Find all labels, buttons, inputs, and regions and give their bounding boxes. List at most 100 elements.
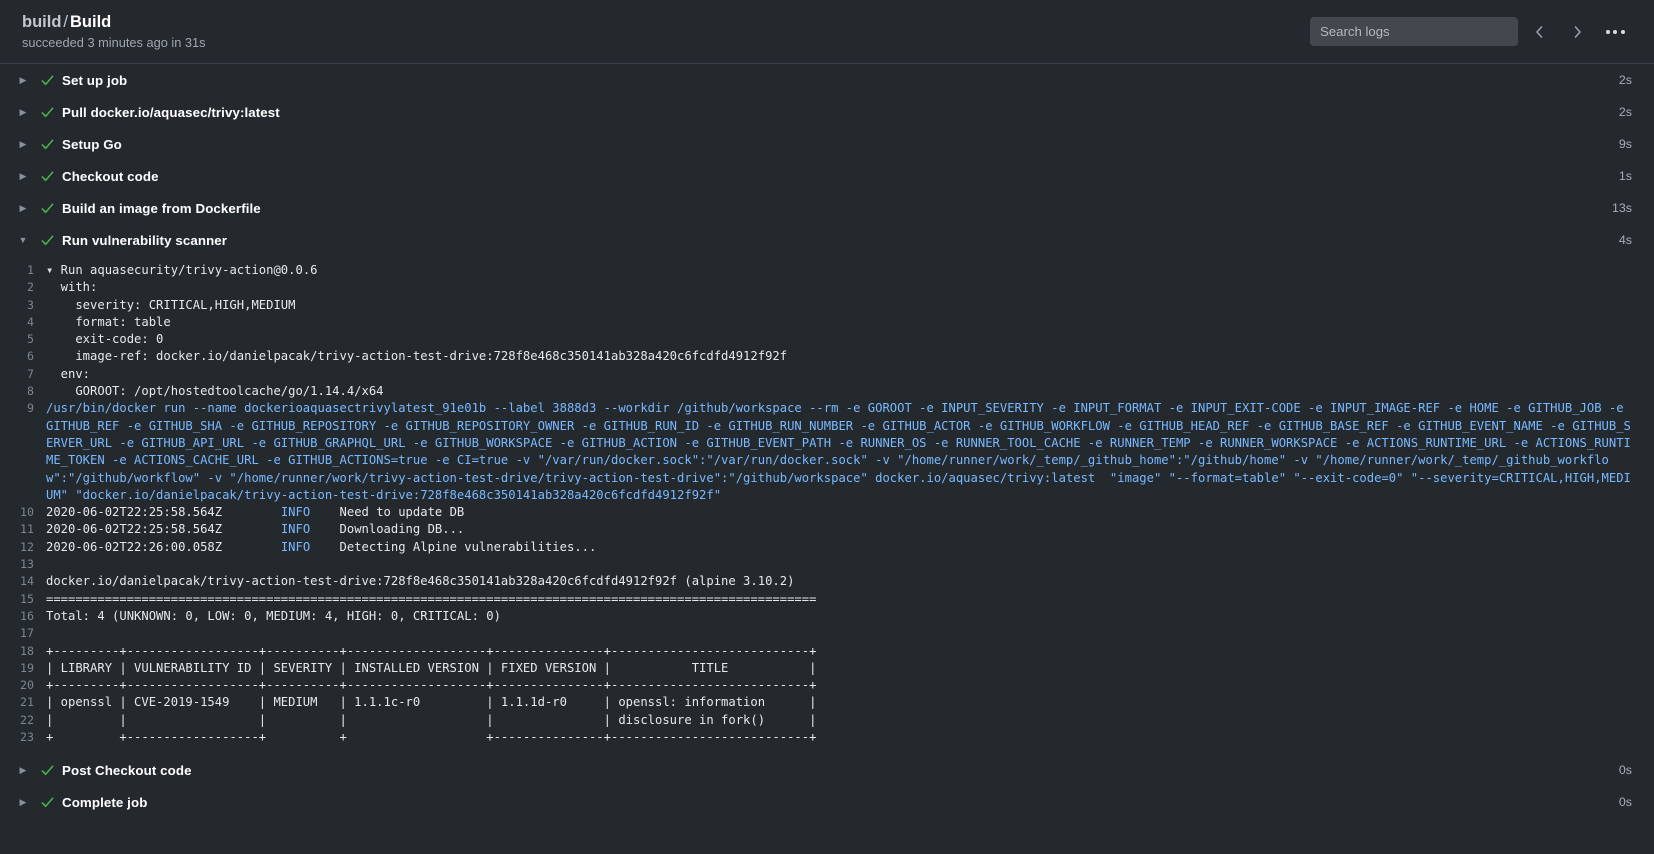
log-line: 3 severity: CRITICAL,HIGH,MEDIUM: [0, 297, 1654, 314]
log-level: INFO: [280, 539, 311, 554]
log-options-button[interactable]: [1598, 15, 1632, 49]
step-row-build-an-image-from-dockerfile[interactable]: ▶ Build an image from Dockerfile 13s: [0, 192, 1654, 224]
log-line-content: GOROOT: /opt/hostedtoolcache/go/1.14.4/x…: [46, 384, 384, 399]
chevron-right-icon[interactable]: ▶: [14, 797, 32, 807]
step-duration: 9s: [1618, 137, 1632, 151]
step-duration: 1s: [1618, 169, 1632, 183]
step-row-checkout-code[interactable]: ▶ Checkout code 1s: [0, 160, 1654, 192]
search-logs-input[interactable]: [1310, 17, 1518, 46]
next-match-button[interactable]: [1560, 15, 1594, 49]
step-status-success-icon: [32, 795, 62, 810]
step-duration: 0s: [1618, 795, 1632, 810]
step-name: Build an image from Dockerfile: [62, 200, 261, 216]
log-line-number: 9: [27, 401, 34, 416]
chevron-right-icon: [1574, 25, 1581, 38]
step-row-set-up-job[interactable]: ▶ Set up job 2s: [0, 64, 1654, 96]
log-text: Run aquasecurity/trivy-action@0.0.6: [53, 263, 318, 277]
log-timestamp: 2020-06-02T22:25:58.564Z: [46, 505, 281, 520]
log-line: 19 | LIBRARY | VULNERABILITY ID | SEVERIT…: [0, 660, 1654, 677]
log-line: 7 env:: [0, 366, 1654, 383]
log-line-content: + +------------------+ + +--------------…: [46, 730, 817, 745]
log-line: 16 Total: 4 (UNKNOWN: 0, LOW: 0, MEDIUM: …: [0, 608, 1654, 625]
check-icon: [41, 138, 53, 149]
log-line-number: 20: [20, 678, 34, 693]
step-status-success-icon: [32, 73, 62, 88]
log-line: 6 image-ref: docker.io/danielpacak/trivy…: [0, 348, 1654, 365]
log-line: 20 +---------+------------------+--------…: [0, 677, 1654, 694]
log-line-number: 13: [20, 557, 34, 572]
step-row-post-checkout-code[interactable]: ▶ Post Checkout code 0s: [0, 754, 1654, 786]
job-header-text: build / Build succeeded 3 minutes ago in 3…: [22, 13, 206, 51]
step-status-success-icon: [32, 763, 62, 778]
log-line: 12 2020-06-02T22:26:00.058Z INFO Detectin…: [0, 539, 1654, 556]
log-line: 23 + +------------------+ + +------------…: [0, 729, 1654, 746]
log-line-content: 2020-06-02T22:25:58.564Z INFO Downloadin…: [46, 521, 1654, 538]
log-line-content: format: table: [46, 314, 171, 329]
step-duration: 2s: [1618, 105, 1632, 119]
chevron-right-icon[interactable]: ▶: [14, 203, 32, 213]
step-name: Post Checkout code: [62, 762, 192, 778]
chevron-right-icon[interactable]: ▶: [14, 107, 32, 117]
step-row-setup-go[interactable]: ▶ Setup Go 9s: [0, 128, 1654, 160]
log-line-content: env:: [46, 366, 91, 381]
log-line-number: 8: [27, 384, 34, 399]
check-icon: [41, 234, 53, 245]
step-row-pull-docker-io-aquasec-trivy-latest[interactable]: ▶ Pull docker.io/aquasec/trivy:latest 2s: [0, 96, 1654, 128]
log-line: 9/usr/bin/docker run --name dockerioaqua…: [0, 400, 1654, 504]
log-line-number: 4: [27, 314, 34, 329]
log-line: 11 2020-06-02T22:25:58.564Z INFO Download…: [0, 521, 1654, 538]
log-line-number: 5: [27, 332, 34, 347]
check-icon: [41, 797, 53, 807]
step-name: Complete job: [62, 794, 148, 810]
job-status-line: succeeded 3 minutes ago in 31s: [22, 34, 206, 50]
step-row-complete-job[interactable]: ▶ Complete job 0s: [0, 786, 1654, 818]
chevron-right-icon[interactable]: ▶: [14, 765, 32, 775]
check-icon: [41, 74, 53, 85]
log-line-content: Total: 4 (UNKNOWN: 0, LOW: 0, MEDIUM: 4,…: [46, 608, 501, 623]
job-title-name: Build: [70, 12, 112, 31]
step-row-run-vulnerability-scanner[interactable]: ▼ Run vulnerability scanner 4s: [0, 224, 1654, 256]
log-line-number: 15: [20, 591, 34, 606]
log-line-number: 23: [20, 730, 34, 745]
log-line: 8 GOROOT: /opt/hostedtoolcache/go/1.14.4…: [0, 383, 1654, 400]
step-duration: 0s: [1618, 763, 1632, 778]
log-line-content: image-ref: docker.io/danielpacak/trivy-a…: [46, 349, 788, 364]
log-line-number: 14: [20, 574, 34, 589]
log-line-number: 21: [20, 695, 34, 710]
log-line-number: 22: [20, 712, 34, 727]
log-line-content: | openssl | CVE-2019-1549 | MEDIUM | 1.1…: [46, 695, 817, 710]
log-line-content: ▾ Run aquasecurity/trivy-action@0.0.6: [46, 262, 1654, 279]
previous-match-button[interactable]: [1522, 15, 1556, 49]
log-line-number: 10: [20, 505, 34, 520]
log-line: 4 format: table: [0, 314, 1654, 331]
step-status-success-icon: [32, 233, 62, 248]
log-line-content: 2020-06-02T22:25:58.564Z INFO Need to up…: [46, 504, 1654, 521]
log-line-content: /usr/bin/docker run --name dockerioaquas…: [46, 401, 1631, 502]
kebab-menu-icon: [1605, 29, 1625, 34]
step-duration: 4s: [1618, 233, 1632, 247]
check-icon: [41, 106, 53, 117]
chevron-right-icon[interactable]: ▶: [14, 139, 32, 149]
job-header: build / Build succeeded 3 minutes ago in 3…: [0, 0, 1654, 64]
steps-top-group: ▶ Set up job 2s ▶ Pull docker.io/aquasec/tri…: [0, 64, 1654, 256]
step-name: Checkout code: [62, 168, 159, 184]
log-line: 1 ▾ Run aquasecurity/trivy-action@0.0.6: [0, 262, 1654, 279]
log-line: 15 ======================================…: [0, 591, 1654, 608]
job-title-separator: /: [63, 12, 68, 31]
log-message: Need to update DB: [310, 505, 465, 520]
log-line-content: 2020-06-02T22:26:00.058Z INFO Detecting …: [46, 539, 1654, 556]
log-line-content: | LIBRARY | VULNERABILITY ID | SEVERITY …: [46, 660, 817, 675]
chevron-right-icon[interactable]: ▶: [14, 75, 32, 85]
step-name: Set up job: [62, 72, 128, 88]
chevron-right-icon[interactable]: ▶: [14, 171, 32, 181]
log-line-content: +---------+------------------+----------…: [46, 678, 817, 693]
job-header-actions: [1310, 15, 1632, 49]
step-status-success-icon: [32, 169, 62, 184]
step-name: Pull docker.io/aquasec/trivy:latest: [62, 104, 280, 120]
log-line: 13: [0, 556, 1654, 573]
step-name: Setup Go: [62, 136, 122, 152]
log-message: Downloading DB...: [310, 522, 465, 537]
chevron-down-icon[interactable]: ▼: [14, 235, 32, 245]
log-line-content: ========================================…: [46, 591, 817, 606]
log-line: 2 with:: [0, 279, 1654, 296]
